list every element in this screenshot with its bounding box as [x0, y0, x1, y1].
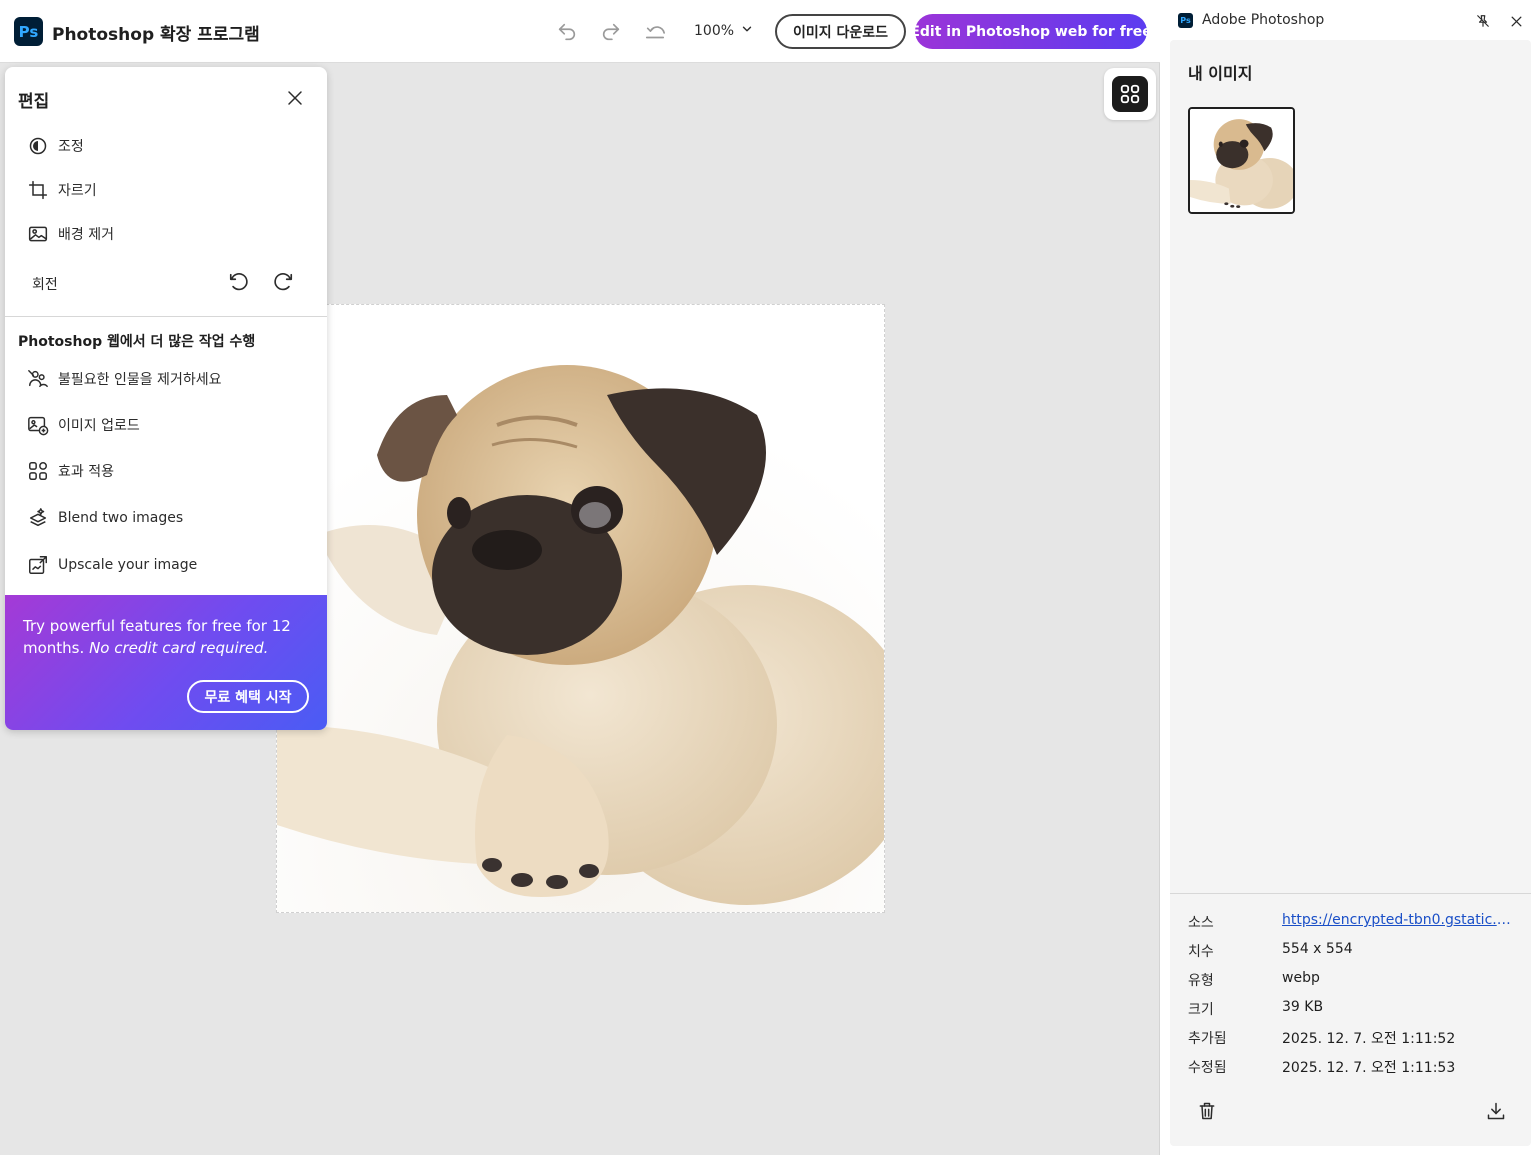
- promo-text-italic: No credit card required.: [89, 639, 269, 657]
- download-image-button[interactable]: 이미지 다운로드: [775, 14, 906, 49]
- image-thumbnail[interactable]: [1188, 107, 1295, 214]
- adjust-icon: [27, 135, 49, 157]
- rotate-label: 회전: [32, 277, 58, 293]
- meta-row-added: 추가됨 2025. 12. 7. 오전 1:11:52: [1188, 1028, 1518, 1048]
- close-icon[interactable]: [284, 87, 306, 109]
- edit-item-adjust[interactable]: 조정: [27, 133, 84, 159]
- meta-key: 소스: [1188, 915, 1214, 931]
- edit-in-photoshop-web-button[interactable]: Edit in Photoshop web for free: [910, 14, 1152, 49]
- top-toolbar: Ps Photoshop 확장 프로그램 100% 이미지 다운로드 Edit …: [0, 0, 1160, 63]
- chevron-down-icon: [740, 22, 754, 40]
- meta-key: 크기: [1188, 1002, 1214, 1018]
- meta-value: 2025. 12. 7. 오전 1:11:53: [1282, 1060, 1456, 1076]
- edit-item-label: 자르기: [58, 183, 97, 199]
- edit-item-remove-background[interactable]: 배경 제거: [27, 221, 114, 247]
- photoshop-logo-small: Ps: [1178, 13, 1193, 28]
- close-icon[interactable]: [1507, 12, 1525, 30]
- edit-panel-title: 편집: [18, 92, 50, 112]
- meta-key: 유형: [1188, 973, 1214, 989]
- side-panel-title: Adobe Photoshop: [1202, 12, 1325, 28]
- zoom-value: 100%: [694, 23, 735, 39]
- meta-value: webp: [1282, 970, 1320, 986]
- download-icon[interactable]: [1485, 1100, 1507, 1122]
- undo-icon[interactable]: [554, 19, 580, 45]
- side-panel-header: Ps Adobe Photoshop: [1161, 0, 1533, 40]
- crop-icon: [27, 179, 49, 201]
- apps-menu-button[interactable]: [1104, 68, 1156, 120]
- feature-item-upload-image[interactable]: 이미지 업로드: [27, 412, 140, 438]
- edit-item-crop[interactable]: 자르기: [27, 177, 97, 203]
- feature-item-label: 불필요한 인물을 제거하세요: [58, 372, 222, 388]
- feature-item-apply-effects[interactable]: 효과 적용: [27, 458, 114, 484]
- feature-item-label: 효과 적용: [58, 464, 114, 480]
- meta-row-type: 유형 webp: [1188, 970, 1518, 990]
- photoshop-logo: Ps: [14, 17, 43, 46]
- meta-key: 치수: [1188, 944, 1214, 960]
- my-images-title: 내 이미지: [1188, 64, 1253, 83]
- meta-key: 추가됨: [1188, 1031, 1227, 1047]
- meta-value: 554 x 554: [1282, 941, 1353, 957]
- side-panel-body: 내 이미지 소스 https://encrypted-tbn0.gstatic.…: [1170, 40, 1531, 1146]
- meta-value: 2025. 12. 7. 오전 1:11:52: [1282, 1031, 1456, 1047]
- divider: [5, 316, 327, 317]
- redo-icon[interactable]: [598, 19, 624, 45]
- rotate-left-icon[interactable]: [226, 269, 252, 295]
- meta-row-source: 소스 https://encrypted-tbn0.gstatic.com/im…: [1188, 912, 1518, 932]
- meta-key: 수정됨: [1188, 1060, 1227, 1076]
- remove-people-icon: [27, 368, 49, 390]
- edit-panel: 편집 조정 자르기 배경 제거 회전 Photoshop 웹에서 더 많은 작업…: [5, 67, 327, 730]
- side-panel: Ps Adobe Photoshop 내 이미지 소스 https://encr…: [1161, 0, 1533, 1155]
- meta-row-dimensions: 치수 554 x 554: [1188, 941, 1518, 961]
- edit-item-label: 배경 제거: [58, 227, 114, 243]
- unpin-icon[interactable]: [1474, 12, 1492, 30]
- canvas-image[interactable]: [276, 304, 885, 913]
- promo-banner: Try powerful features for free for 12 mo…: [5, 595, 327, 730]
- remove-background-icon: [27, 223, 49, 245]
- blend-icon: [27, 507, 49, 529]
- meta-row-size: 크기 39 KB: [1188, 999, 1518, 1019]
- promo-text: Try powerful features for free for 12 mo…: [23, 615, 313, 659]
- image-metadata: 소스 https://encrypted-tbn0.gstatic.com/im…: [1170, 893, 1531, 1146]
- zoom-dropdown[interactable]: 100%: [694, 22, 754, 40]
- rotate-right-icon[interactable]: [270, 269, 296, 295]
- feature-item-label: Blend two images: [58, 510, 184, 526]
- meta-value: 39 KB: [1282, 999, 1324, 1015]
- revert-icon[interactable]: [642, 19, 668, 45]
- feature-item-blend-images[interactable]: Blend two images: [27, 505, 183, 531]
- pug-thumbnail: [1190, 109, 1293, 212]
- upscale-icon: [27, 554, 49, 576]
- grid-icon: [1112, 76, 1148, 112]
- trash-icon[interactable]: [1196, 1100, 1218, 1122]
- feature-item-label: Upscale your image: [58, 557, 198, 573]
- pug-photo: [277, 305, 884, 912]
- meta-row-modified: 수정됨 2025. 12. 7. 오전 1:11:53: [1188, 1057, 1518, 1077]
- source-link[interactable]: https://encrypted-tbn0.gstatic.com/image…: [1282, 912, 1518, 928]
- app-title: Photoshop 확장 프로그램: [52, 25, 260, 45]
- edit-item-label: 조정: [58, 139, 84, 155]
- feature-item-label: 이미지 업로드: [58, 418, 140, 434]
- main-app-area: Ps Photoshop 확장 프로그램 100% 이미지 다운로드 Edit …: [0, 0, 1160, 1155]
- feature-item-upscale-image[interactable]: Upscale your image: [27, 552, 197, 578]
- upload-image-icon: [27, 414, 49, 436]
- apply-effects-icon: [27, 460, 49, 482]
- start-free-offer-button[interactable]: 무료 혜택 시작: [187, 680, 309, 713]
- feature-item-remove-people[interactable]: 불필요한 인물을 제거하세요: [27, 366, 221, 392]
- more-features-title: Photoshop 웹에서 더 많은 작업 수행: [18, 334, 256, 350]
